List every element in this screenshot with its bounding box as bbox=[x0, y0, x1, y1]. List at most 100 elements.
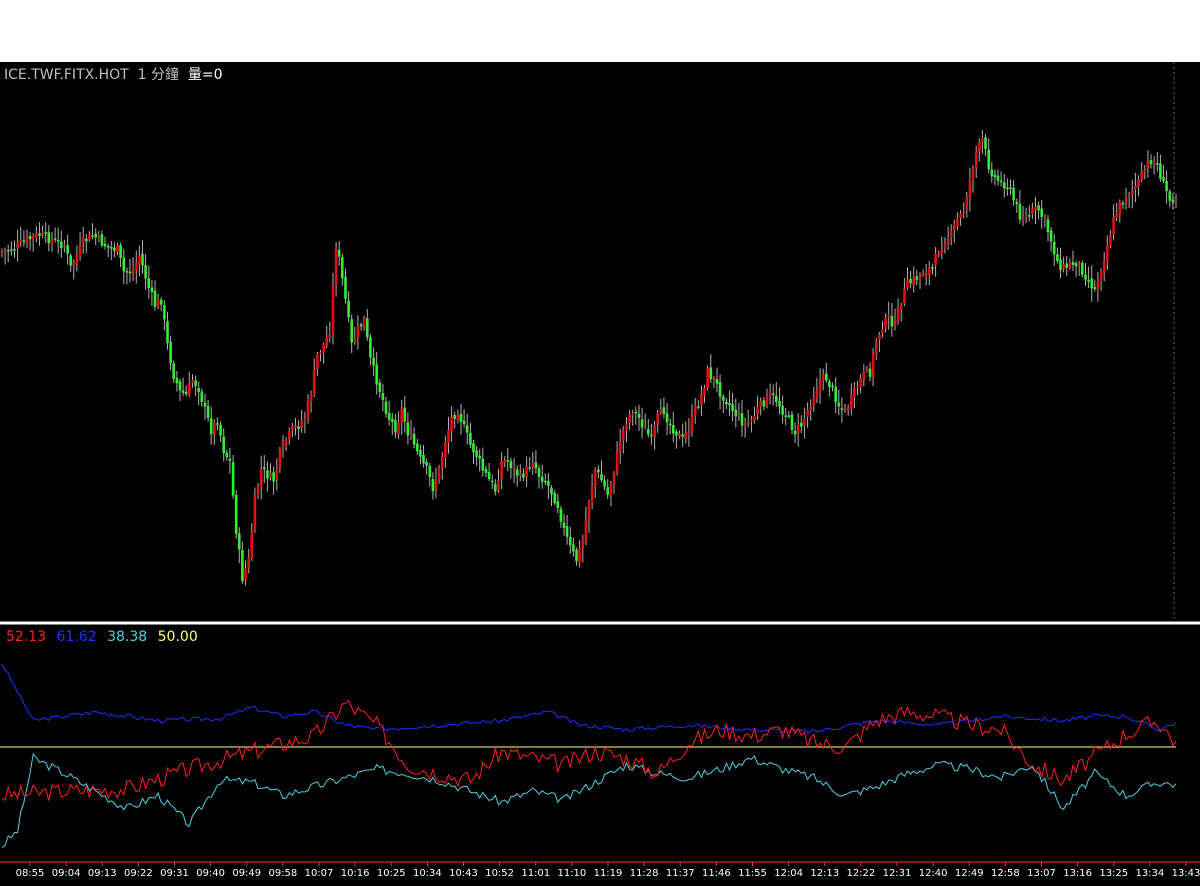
candle bbox=[728, 390, 731, 416]
candle-body bbox=[275, 468, 279, 480]
candle bbox=[356, 315, 360, 350]
candle bbox=[85, 234, 88, 254]
candle bbox=[862, 364, 866, 387]
candle-body bbox=[63, 245, 66, 247]
candle-body bbox=[581, 539, 585, 549]
candle bbox=[238, 527, 241, 564]
price-panel bbox=[0, 129, 1178, 586]
candle-body bbox=[1065, 263, 1068, 268]
candle bbox=[1009, 179, 1012, 196]
candle-body bbox=[169, 341, 172, 364]
candle bbox=[475, 445, 478, 467]
candle-body bbox=[166, 321, 169, 344]
candle-body bbox=[44, 232, 47, 234]
time-tick-label: 11:01 bbox=[521, 868, 550, 879]
candle-body bbox=[1068, 263, 1072, 268]
candle bbox=[556, 493, 560, 514]
candle-body bbox=[971, 169, 975, 179]
candle-body bbox=[188, 383, 191, 395]
candle bbox=[144, 254, 147, 290]
candle-body bbox=[359, 324, 363, 327]
candle-body bbox=[28, 236, 32, 240]
candle-body bbox=[159, 299, 163, 305]
candle-body bbox=[943, 244, 947, 248]
candle bbox=[119, 242, 122, 268]
candle-body bbox=[528, 467, 531, 469]
time-tick-label: 08:55 bbox=[16, 868, 45, 879]
candle-body bbox=[921, 274, 925, 277]
candle-body bbox=[875, 341, 878, 355]
candle-body bbox=[662, 407, 666, 414]
candle-body bbox=[562, 522, 566, 528]
candle-body bbox=[459, 413, 463, 422]
candle-body bbox=[590, 486, 594, 503]
candle bbox=[697, 400, 700, 410]
candle bbox=[422, 444, 425, 468]
candle-body bbox=[687, 431, 691, 434]
candle bbox=[431, 472, 435, 500]
candle bbox=[1090, 265, 1093, 302]
candle bbox=[1112, 204, 1115, 241]
candle-body bbox=[1118, 201, 1122, 216]
candle-body bbox=[828, 381, 831, 387]
candle-body bbox=[266, 470, 269, 479]
candle bbox=[924, 263, 928, 286]
candle bbox=[990, 162, 994, 183]
candle-body bbox=[675, 431, 678, 436]
candle-body bbox=[547, 480, 550, 486]
candle-body bbox=[956, 219, 959, 227]
candle bbox=[881, 320, 884, 338]
candle bbox=[522, 468, 525, 482]
candle-body bbox=[316, 354, 319, 369]
candle-body bbox=[75, 254, 79, 264]
candle-body bbox=[672, 425, 675, 434]
candle bbox=[743, 417, 747, 438]
candle-body bbox=[628, 414, 631, 423]
candle-body bbox=[996, 175, 1000, 181]
candle-body bbox=[593, 470, 597, 486]
candle bbox=[47, 225, 51, 252]
candle bbox=[915, 270, 919, 286]
candle-body bbox=[156, 299, 160, 307]
candle bbox=[890, 302, 894, 337]
candle bbox=[962, 202, 965, 219]
candle bbox=[709, 354, 713, 383]
candle bbox=[309, 390, 313, 413]
candle bbox=[921, 269, 925, 277]
candle-body bbox=[384, 401, 388, 414]
candle bbox=[72, 259, 76, 280]
candle bbox=[1049, 227, 1053, 252]
candle-body bbox=[778, 400, 781, 407]
time-tick-label: 11:46 bbox=[702, 868, 731, 879]
candle bbox=[159, 297, 163, 312]
candle bbox=[1134, 172, 1137, 203]
candle-body bbox=[678, 433, 681, 437]
candle-body bbox=[578, 547, 581, 563]
candle-body bbox=[893, 320, 897, 327]
candle bbox=[578, 540, 581, 568]
candle-body bbox=[690, 414, 694, 433]
candle-body bbox=[625, 423, 628, 431]
candle-body bbox=[553, 493, 556, 504]
candle-body bbox=[821, 374, 825, 381]
candle-body bbox=[990, 169, 994, 177]
candle bbox=[846, 404, 850, 416]
candle bbox=[996, 169, 1000, 186]
candle-body bbox=[219, 424, 222, 436]
candle bbox=[544, 473, 547, 486]
candle bbox=[1093, 280, 1097, 292]
candle bbox=[547, 473, 550, 500]
candle bbox=[100, 230, 104, 248]
candle bbox=[13, 240, 16, 258]
candle bbox=[875, 337, 878, 361]
candle bbox=[628, 409, 631, 430]
candle-body bbox=[437, 467, 441, 481]
time-axis: 08:55 09:04 09:13 09:22 09:31 09:40 09:49 09:58… bbox=[16, 862, 1200, 879]
candle bbox=[44, 222, 47, 243]
time-tick-label: 13:34 bbox=[1135, 868, 1164, 879]
candle bbox=[381, 384, 385, 412]
candle bbox=[131, 257, 135, 282]
candle-body bbox=[81, 237, 85, 244]
candle bbox=[868, 362, 872, 382]
candle bbox=[906, 267, 909, 291]
